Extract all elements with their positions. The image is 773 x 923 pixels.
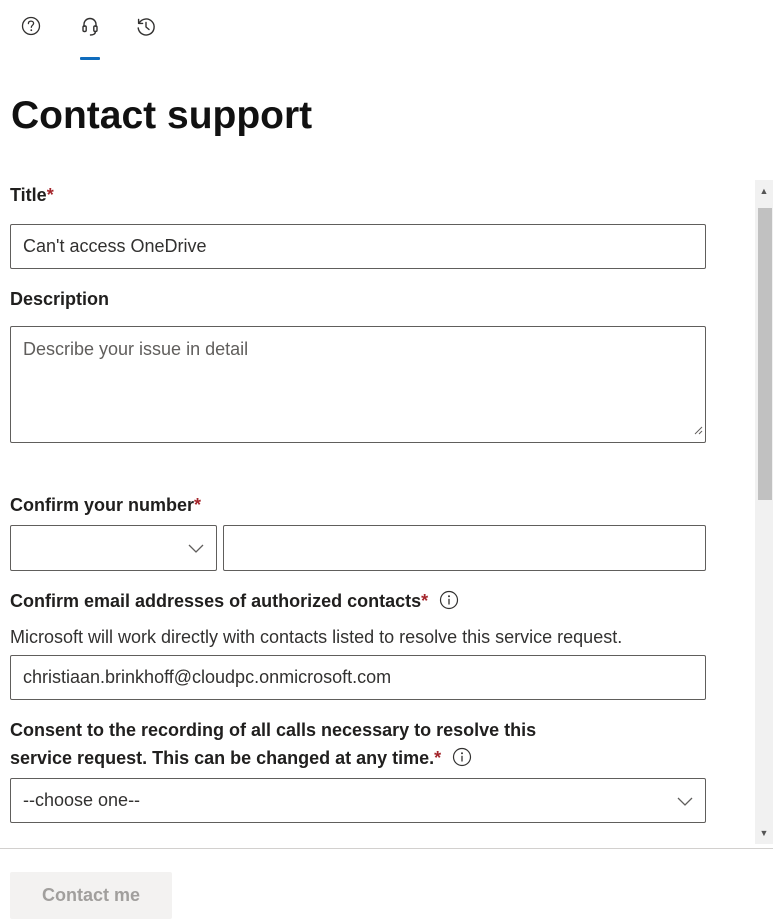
title-label: Title* xyxy=(10,183,54,207)
title-label-text: Title xyxy=(10,185,47,205)
contacts-label: Confirm email addresses of authorized co… xyxy=(10,589,459,616)
consent-label-line2: service request. This can be changed at … xyxy=(10,746,472,773)
description-placeholder: Describe your issue in detail xyxy=(23,339,249,359)
required-marker: * xyxy=(421,591,429,611)
panel-tabs xyxy=(0,0,773,64)
consent-select[interactable]: --choose one-- xyxy=(10,778,706,823)
consent-label-text: service request. This can be changed at … xyxy=(10,748,435,768)
country-code-select[interactable] xyxy=(10,525,217,571)
help-icon xyxy=(21,16,41,36)
info-icon[interactable] xyxy=(452,747,472,773)
description-label: Description xyxy=(10,289,110,309)
required-marker: * xyxy=(434,748,442,768)
phone-number-input[interactable] xyxy=(223,525,706,571)
title-input-value: Can't access OneDrive xyxy=(23,236,207,256)
chevron-down-icon xyxy=(188,538,204,559)
required-marker: * xyxy=(194,495,202,515)
headset-icon xyxy=(80,16,100,38)
required-marker: * xyxy=(46,185,54,205)
history-icon xyxy=(135,16,157,38)
chevron-down-icon xyxy=(677,790,693,811)
contacts-email-input[interactable]: christiaan.brinkhoff@cloudpc.onmicrosoft… xyxy=(10,655,706,700)
contacts-label-text: Confirm email addresses of authorized co… xyxy=(10,591,422,611)
consent-selected-value: --choose one-- xyxy=(23,790,141,810)
contacts-email-value: christiaan.brinkhoff@cloudpc.onmicrosoft… xyxy=(23,667,392,687)
title-input[interactable]: Can't access OneDrive xyxy=(10,224,706,269)
consent-label-line1: Consent to the recording of all calls ne… xyxy=(10,720,537,740)
description-textarea[interactable]: Describe your issue in detail xyxy=(10,326,706,443)
phone-label-text: Confirm your number xyxy=(10,495,195,515)
page-title: Contact support xyxy=(11,94,313,137)
scroll-down-arrow-icon[interactable]: ▼ xyxy=(755,824,773,842)
footer-divider xyxy=(0,848,773,849)
tab-contact-support[interactable] xyxy=(72,10,108,60)
vertical-scrollbar[interactable]: ▲ ▼ xyxy=(755,180,773,844)
contact-me-button[interactable]: Contact me xyxy=(10,872,172,919)
phone-label: Confirm your number* xyxy=(10,493,201,517)
info-icon[interactable] xyxy=(439,590,459,616)
resize-grip-icon[interactable] xyxy=(693,419,703,440)
contacts-helper-text: Microsoft will work directly with contac… xyxy=(10,627,623,647)
contact-support-panel: Contact support Title* Can't access OneD… xyxy=(0,0,773,923)
scroll-up-arrow-icon[interactable]: ▲ xyxy=(755,182,773,200)
tab-history[interactable] xyxy=(128,10,164,60)
tab-help[interactable] xyxy=(13,10,49,60)
scroll-thumb[interactable] xyxy=(758,208,772,500)
